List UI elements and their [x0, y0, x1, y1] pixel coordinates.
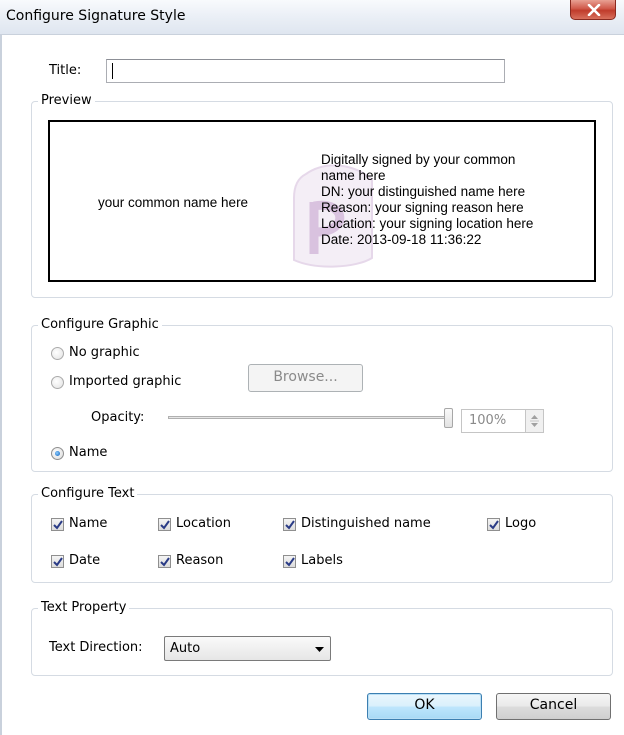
imported-graphic-label: Imported graphic: [69, 374, 182, 389]
preview-group-label: Preview: [38, 93, 95, 108]
title-label: Title:: [49, 63, 82, 78]
signature-preview: your common name here Digitally signed b…: [48, 120, 596, 282]
name-checkbox-label: Name: [69, 516, 108, 531]
name-checkbox[interactable]: [51, 518, 64, 531]
reason-checkbox-label: Reason: [176, 553, 224, 568]
logo-checkbox[interactable]: [487, 518, 500, 531]
opacity-slider-track[interactable]: [168, 416, 448, 419]
name-radio[interactable]: [51, 447, 64, 460]
spin-arrows-icon: [530, 415, 539, 427]
check-icon: [160, 557, 170, 567]
preview-line-6: Date: 2013-09-18 11:36:22: [321, 232, 482, 247]
text-direction-value: Auto: [170, 641, 201, 656]
logo-checkbox-label: Logo: [505, 516, 537, 531]
preview-line-1: Digitally signed by your common: [321, 152, 516, 167]
preview-line-4: Reason: your signing reason here: [321, 200, 524, 215]
check-icon: [285, 557, 295, 567]
date-checkbox-label: Date: [69, 553, 101, 568]
title-input[interactable]: [106, 59, 505, 83]
check-icon: [53, 520, 63, 530]
preview-line-2: name here: [321, 168, 386, 183]
check-icon: [160, 520, 170, 530]
date-checkbox[interactable]: [51, 555, 64, 568]
opacity-spinbox[interactable]: 100%: [461, 409, 544, 433]
window-border: [0, 34, 2, 735]
reason-checkbox[interactable]: [158, 555, 171, 568]
no-graphic-label: No graphic: [69, 345, 140, 360]
window-title: Configure Signature Style: [6, 8, 186, 24]
distinguished-name-checkbox[interactable]: [283, 518, 296, 531]
no-graphic-radio[interactable]: [51, 347, 64, 360]
location-checkbox-label: Location: [176, 516, 231, 531]
close-button[interactable]: [570, 0, 616, 20]
text-direction-select[interactable]: Auto: [164, 636, 331, 661]
preview-line-5: Location: your signing location here: [321, 216, 534, 231]
text-direction-label: Text Direction:: [49, 640, 143, 655]
browse-button[interactable]: Browse...: [248, 364, 363, 392]
labels-checkbox-label: Labels: [301, 553, 343, 568]
opacity-label: Opacity:: [91, 410, 145, 425]
cancel-button[interactable]: Cancel: [496, 693, 611, 720]
text-caret: [112, 63, 113, 79]
chevron-down-icon: [315, 647, 324, 652]
text-property-label: Text Property: [38, 600, 130, 615]
imported-graphic-radio[interactable]: [51, 376, 64, 389]
check-icon: [53, 557, 63, 567]
location-checkbox[interactable]: [158, 518, 171, 531]
ok-button[interactable]: OK: [367, 693, 482, 720]
close-icon: [587, 4, 601, 16]
preview-line-3: DN: your distinguished name here: [321, 184, 526, 199]
labels-checkbox[interactable]: [283, 555, 296, 568]
check-icon: [489, 520, 499, 530]
configure-text-group: [31, 494, 613, 583]
opacity-value: 100%: [469, 413, 507, 428]
configure-text-label: Configure Text: [38, 486, 138, 501]
distinguished-name-checkbox-label: Distinguished name: [301, 516, 431, 531]
opacity-slider-thumb[interactable]: [444, 408, 453, 428]
check-icon: [285, 520, 295, 530]
configure-graphic-label: Configure Graphic: [38, 317, 162, 332]
opacity-spin-arrows[interactable]: [525, 410, 543, 432]
preview-common-name: your common name here: [98, 195, 249, 210]
name-radio-label: Name: [69, 445, 108, 460]
